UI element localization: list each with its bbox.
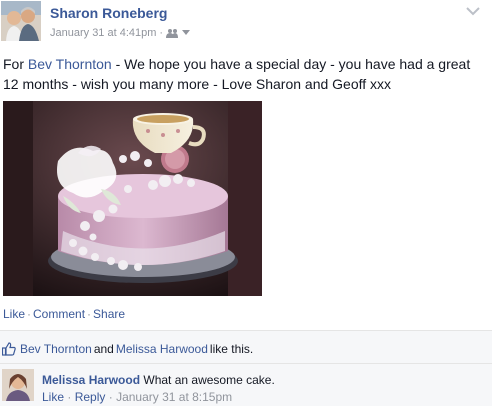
post-meta: January 31 at 4:41pm · — [50, 27, 191, 39]
tagged-user-link[interactable]: Bev Thornton — [28, 56, 112, 72]
comment-actions: Like · Reply · January 31 at 8:15pm — [42, 390, 232, 404]
commenter-photo — [2, 369, 34, 401]
action-separator: · — [27, 307, 32, 321]
meta-separator: · — [159, 27, 164, 39]
comment-author-link[interactable]: Melissa Harwood — [42, 373, 140, 387]
likes-suffix: like this. — [209, 342, 254, 356]
comment-link[interactable]: Comment — [33, 307, 85, 321]
post-timestamp[interactable]: January 31 at 4:41pm — [50, 27, 156, 39]
facebook-post: Sharon Roneberg January 31 at 4:41pm · F… — [0, 0, 492, 406]
comment-text: What an awesome cake. — [143, 373, 275, 387]
cake-photo-image — [3, 101, 262, 296]
post-text-prefix: For — [3, 56, 28, 72]
comment-like-link[interactable]: Like — [42, 390, 64, 404]
commenter-avatar[interactable] — [2, 369, 34, 401]
thumbs-up-icon — [2, 342, 16, 356]
ufi-divider — [0, 363, 492, 364]
feedback-section: Bev Thornton and Melissa Harwood like th… — [0, 330, 492, 406]
post-photo[interactable] — [3, 101, 262, 296]
post-actions: Like · Comment · Share — [3, 307, 125, 321]
privacy-chevron-icon[interactable] — [182, 30, 191, 36]
action-separator: · — [87, 307, 92, 321]
post-options-chevron-icon[interactable] — [466, 6, 480, 16]
friends-icon[interactable] — [166, 28, 182, 38]
like-link[interactable]: Like — [3, 307, 25, 321]
post-text: For Bev Thornton - We hope you have a sp… — [3, 54, 489, 94]
liker-link-1[interactable]: Bev Thornton — [20, 342, 92, 356]
comment-action-separator: · — [67, 390, 72, 404]
share-link[interactable]: Share — [93, 307, 125, 321]
author-avatar[interactable] — [1, 1, 41, 41]
likes-summary: Bev Thornton and Melissa Harwood like th… — [2, 342, 253, 356]
post-author-name[interactable]: Sharon Roneberg — [50, 5, 167, 21]
liker-link-2[interactable]: Melissa Harwood — [116, 342, 208, 356]
avatar-photo — [1, 1, 41, 41]
comment-action-separator: · — [108, 390, 113, 404]
likes-and: and — [93, 342, 114, 356]
comment: Melissa Harwood What an awesome cake. — [42, 373, 275, 387]
comment-timestamp[interactable]: January 31 at 8:15pm — [116, 390, 232, 404]
comment-reply-link[interactable]: Reply — [75, 390, 106, 404]
